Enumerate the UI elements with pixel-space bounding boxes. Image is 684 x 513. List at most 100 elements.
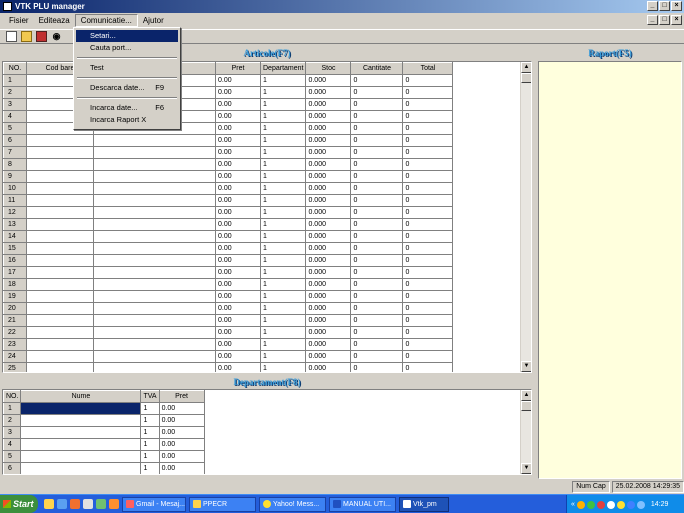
cell-cod-bare[interactable] <box>26 290 94 303</box>
cell-pret[interactable]: 0.00 <box>158 402 205 415</box>
cell-cod-bare[interactable] <box>26 302 94 315</box>
scroll-down-icon[interactable]: ▼ <box>521 463 531 474</box>
cell-cod-bare[interactable] <box>26 314 94 327</box>
cell-nume[interactable] <box>20 402 142 415</box>
cell-stoc[interactable]: 0.000 <box>305 122 352 135</box>
table-row[interactable]: 2 1 0.00 <box>3 414 205 427</box>
menu-setari[interactable]: Setari... <box>76 30 178 42</box>
table-row[interactable]: 6 1 0.00 <box>3 462 205 474</box>
cell-pret[interactable]: 0.00 <box>215 350 261 363</box>
col-no[interactable]: NO. <box>3 390 22 403</box>
table-row[interactable]: 4 0.00 1 0.000 0 0 <box>3 110 454 123</box>
col-departament[interactable]: Departament <box>259 62 307 75</box>
cell-cod-bare[interactable] <box>26 194 94 207</box>
cell-stoc[interactable]: 0.000 <box>305 74 352 87</box>
row-number[interactable]: 15 <box>3 242 27 255</box>
cell-nume[interactable] <box>20 426 142 439</box>
tray-icon[interactable] <box>606 500 615 509</box>
cell-cod-bare[interactable] <box>26 158 94 171</box>
save-icon[interactable] <box>36 31 47 42</box>
cell-departament[interactable]: 1 <box>259 362 307 372</box>
open-folder-icon[interactable] <box>21 31 32 42</box>
col-no[interactable]: NO. <box>3 62 27 75</box>
cell-denumire[interactable] <box>93 134 216 147</box>
cell-cod-bare[interactable] <box>26 362 94 372</box>
table-row[interactable]: 8 0.00 1 0.000 0 0 <box>3 158 454 171</box>
cell-departament[interactable]: 1 <box>259 98 307 111</box>
table-row[interactable]: 23 0.00 1 0.000 0 0 <box>3 338 454 351</box>
table-row[interactable]: 5 1 0.00 <box>3 450 205 463</box>
row-number[interactable]: 23 <box>3 338 27 351</box>
cell-denumire[interactable] <box>93 302 216 315</box>
cell-cantitate[interactable]: 0 <box>350 146 404 159</box>
row-number[interactable]: 16 <box>3 254 27 267</box>
cell-stoc[interactable]: 0.000 <box>305 362 352 372</box>
tray-icon[interactable] <box>626 500 635 509</box>
cell-total[interactable]: 0 <box>402 290 454 303</box>
cell-stoc[interactable]: 0.000 <box>305 290 352 303</box>
cell-denumire[interactable] <box>93 314 216 327</box>
cell-cantitate[interactable]: 0 <box>350 194 404 207</box>
scroll-thumb[interactable] <box>521 73 531 83</box>
menu-incarca-date[interactable]: Incarca date... F6 <box>76 102 178 114</box>
cell-cod-bare[interactable] <box>26 338 94 351</box>
cell-stoc[interactable]: 0.000 <box>305 194 352 207</box>
cell-cod-bare[interactable] <box>26 146 94 159</box>
cell-total[interactable]: 0 <box>402 314 454 327</box>
cell-total[interactable]: 0 <box>402 338 454 351</box>
cell-stoc[interactable]: 0.000 <box>305 206 352 219</box>
cell-pret[interactable]: 0.00 <box>215 146 261 159</box>
row-number[interactable]: 13 <box>3 218 27 231</box>
col-cantitate[interactable]: Cantitate <box>350 62 404 75</box>
tray-icon[interactable] <box>616 500 625 509</box>
cell-total[interactable]: 0 <box>402 242 454 255</box>
cell-denumire[interactable] <box>93 182 216 195</box>
row-number[interactable]: 5 <box>3 450 22 463</box>
menu-editeaza[interactable]: Editeaza <box>34 14 75 27</box>
cell-departament[interactable]: 1 <box>259 122 307 135</box>
cell-stoc[interactable]: 0.000 <box>305 278 352 291</box>
cell-cantitate[interactable]: 0 <box>350 242 404 255</box>
cell-tva[interactable]: 1 <box>140 462 160 474</box>
task-ppecr[interactable]: PPECR <box>189 496 256 512</box>
cell-denumire[interactable] <box>93 206 216 219</box>
cell-denumire[interactable] <box>93 158 216 171</box>
cell-cod-bare[interactable] <box>26 242 94 255</box>
cell-cod-bare[interactable] <box>26 134 94 147</box>
row-number[interactable]: 18 <box>3 278 27 291</box>
table-row[interactable]: 6 0.00 1 0.000 0 0 <box>3 134 454 147</box>
row-number[interactable]: 24 <box>3 350 27 363</box>
cell-tva[interactable]: 1 <box>140 402 160 415</box>
departament-grid[interactable]: NO. Nume TVA Pret 1 1 0.00 2 1 0.00 3 1 0.00 4 1 0.… <box>2 389 532 475</box>
cell-cod-bare[interactable] <box>26 254 94 267</box>
cell-stoc[interactable]: 0.000 <box>305 170 352 183</box>
cell-pret[interactable]: 0.00 <box>215 290 261 303</box>
cell-total[interactable]: 0 <box>402 158 454 171</box>
cell-departament[interactable]: 1 <box>259 194 307 207</box>
cell-pret[interactable]: 0.00 <box>215 158 261 171</box>
table-row[interactable]: 11 0.00 1 0.000 0 0 <box>3 194 454 207</box>
cell-cantitate[interactable]: 0 <box>350 266 404 279</box>
table-row[interactable]: 24 0.00 1 0.000 0 0 <box>3 350 454 363</box>
cell-pret[interactable]: 0.00 <box>158 438 205 451</box>
cell-stoc[interactable]: 0.000 <box>305 254 352 267</box>
close-button[interactable]: × <box>671 1 682 11</box>
row-number[interactable]: 2 <box>3 86 27 99</box>
cell-total[interactable]: 0 <box>402 122 454 135</box>
cell-total[interactable]: 0 <box>402 350 454 363</box>
row-number[interactable]: 1 <box>3 74 27 87</box>
row-number[interactable]: 4 <box>3 438 22 451</box>
col-nume[interactable]: Nume <box>20 390 142 403</box>
cell-total[interactable]: 0 <box>402 146 454 159</box>
row-number[interactable]: 12 <box>3 206 27 219</box>
col-total[interactable]: Total <box>402 62 454 75</box>
table-row[interactable]: 5 0.00 1 0.000 0 0 <box>3 122 454 135</box>
table-row[interactable]: 20 0.00 1 0.000 0 0 <box>3 302 454 315</box>
cell-stoc[interactable]: 0.000 <box>305 134 352 147</box>
cell-denumire[interactable] <box>93 278 216 291</box>
cell-cantitate[interactable]: 0 <box>350 290 404 303</box>
cell-cantitate[interactable]: 0 <box>350 86 404 99</box>
cell-nume[interactable] <box>20 450 142 463</box>
cell-stoc[interactable]: 0.000 <box>305 86 352 99</box>
cell-cantitate[interactable]: 0 <box>350 314 404 327</box>
